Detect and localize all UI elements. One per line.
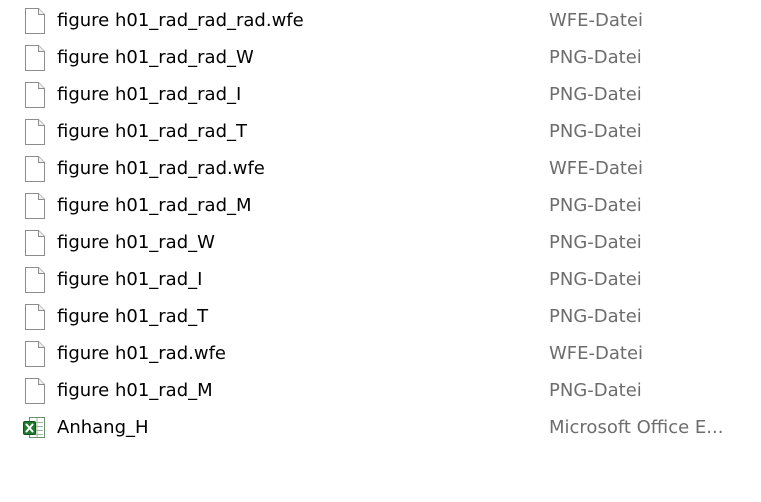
file-row[interactable]: figure h01_rad_I PNG-Datei bbox=[0, 262, 761, 298]
file-row[interactable]: figure h01_rad_rad_I PNG-Datei bbox=[0, 77, 761, 113]
file-name: figure h01_rad_rad_T bbox=[57, 121, 247, 142]
file-type: PNG-Datei bbox=[549, 269, 642, 290]
generic-file-icon bbox=[23, 8, 47, 34]
generic-file-icon bbox=[23, 82, 47, 108]
file-row[interactable]: figure h01_rad_T PNG-Datei bbox=[0, 299, 761, 335]
generic-file-icon bbox=[23, 45, 47, 71]
generic-file-icon bbox=[23, 193, 47, 219]
file-type: PNG-Datei bbox=[549, 232, 642, 253]
file-type: Microsoft Office E... bbox=[549, 417, 724, 438]
file-type: PNG-Datei bbox=[549, 84, 642, 105]
generic-file-icon bbox=[23, 230, 47, 256]
file-name: figure h01_rad_I bbox=[57, 269, 203, 290]
file-type: PNG-Datei bbox=[549, 380, 642, 401]
file-name: figure h01_rad_rad_M bbox=[57, 195, 252, 216]
file-row[interactable]: Anhang_H Microsoft Office E... bbox=[0, 410, 761, 446]
file-type: PNG-Datei bbox=[549, 47, 642, 68]
generic-file-icon bbox=[23, 304, 47, 330]
file-name: figure h01_rad.wfe bbox=[57, 343, 226, 364]
file-type: PNG-Datei bbox=[549, 121, 642, 142]
file-name: figure h01_rad_rad_I bbox=[57, 84, 242, 105]
file-type: PNG-Datei bbox=[549, 195, 642, 216]
generic-file-icon bbox=[23, 378, 47, 404]
file-row[interactable]: figure h01_rad_rad_W PNG-Datei bbox=[0, 40, 761, 76]
file-name: figure h01_rad_rad.wfe bbox=[57, 158, 265, 179]
file-type: PNG-Datei bbox=[549, 306, 642, 327]
generic-file-icon bbox=[23, 341, 47, 367]
file-row[interactable]: figure h01_rad_rad_T PNG-Datei bbox=[0, 114, 761, 150]
file-type: WFE-Datei bbox=[549, 343, 644, 364]
file-row[interactable]: figure h01_rad_W PNG-Datei bbox=[0, 225, 761, 261]
file-row[interactable]: figure h01_rad.wfe WFE-Datei bbox=[0, 336, 761, 372]
file-row[interactable]: figure h01_rad_rad_M PNG-Datei bbox=[0, 188, 761, 224]
file-row[interactable]: figure h01_rad_rad_rad.wfe WFE-Datei bbox=[0, 3, 761, 39]
file-name: figure h01_rad_M bbox=[57, 380, 213, 401]
file-name: Anhang_H bbox=[57, 417, 149, 438]
generic-file-icon bbox=[23, 267, 47, 293]
file-name: figure h01_rad_T bbox=[57, 306, 209, 327]
file-type: WFE-Datei bbox=[549, 158, 644, 179]
file-name: figure h01_rad_W bbox=[57, 232, 215, 253]
file-name: figure h01_rad_rad_W bbox=[57, 47, 254, 68]
file-row[interactable]: figure h01_rad_rad.wfe WFE-Datei bbox=[0, 151, 761, 187]
generic-file-icon bbox=[23, 119, 47, 145]
file-list: figure h01_rad_rad_rad.wfe WFE-Datei fig… bbox=[0, 0, 761, 502]
file-row[interactable]: figure h01_rad_M PNG-Datei bbox=[0, 373, 761, 409]
file-type: WFE-Datei bbox=[549, 10, 644, 31]
file-name: figure h01_rad_rad_rad.wfe bbox=[57, 10, 304, 31]
excel-file-icon bbox=[23, 415, 47, 441]
generic-file-icon bbox=[23, 156, 47, 182]
